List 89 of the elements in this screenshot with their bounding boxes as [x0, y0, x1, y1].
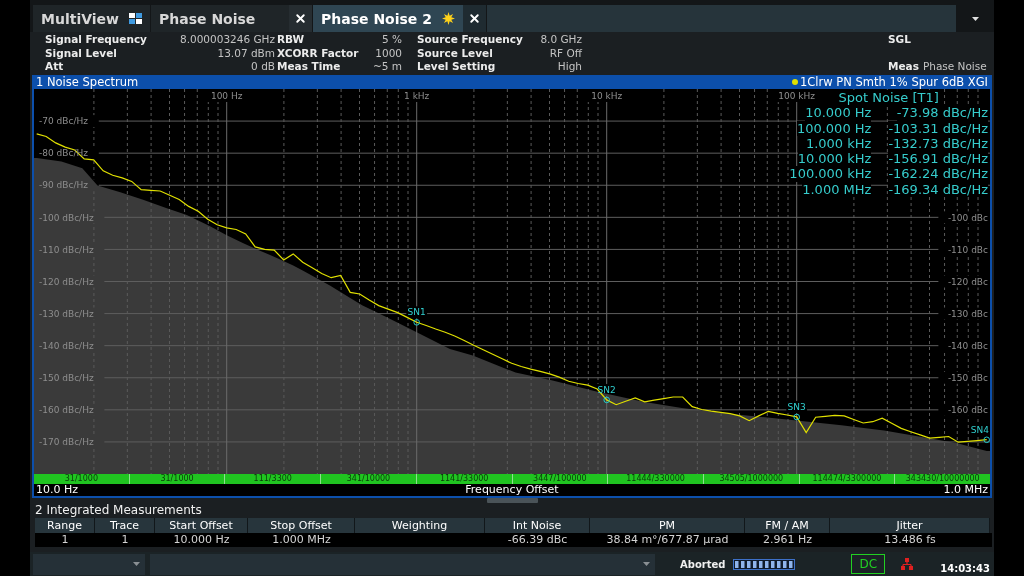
- y-axis-label: -100 dBc/Hz: [39, 212, 94, 223]
- y-axis-label: -170 dBc/Hz: [39, 437, 94, 448]
- axis-start-label: 10.0 Hz: [36, 484, 79, 496]
- y-axis-label: -160 dBc: [947, 405, 988, 416]
- info-label: Source Level: [417, 46, 494, 60]
- info-label: RBW: [277, 33, 306, 47]
- y-axis-label: -150 dBc/Hz: [39, 372, 94, 383]
- column-header: FM / AM: [745, 518, 830, 533]
- y-axis-label: -110 dBc/Hz: [39, 244, 94, 255]
- info-label: Att: [45, 60, 65, 74]
- y-axis-label: -110 dBc: [947, 244, 988, 255]
- table-cell-text: 1: [120, 533, 130, 547]
- info-value: RF Off: [549, 46, 582, 60]
- clock-time: 14:03:43: [940, 563, 990, 574]
- column-header: Int Noise: [485, 518, 590, 533]
- xcorr-segment: 341/10000: [320, 474, 416, 484]
- x-axis-label: 10 kHz: [591, 91, 623, 101]
- info-value: ~5 m: [372, 60, 402, 74]
- table-cell-text: 2.961 Hz: [761, 533, 813, 547]
- table-cell-text: -66.39 dBc: [506, 533, 569, 547]
- y-axis-label: -130 dBc: [947, 308, 988, 319]
- marker-label: SN4: [970, 424, 989, 435]
- column-header: Weighting: [355, 518, 485, 533]
- info-label: Signal Frequency: [45, 33, 147, 47]
- info-label: Source Frequency: [417, 33, 523, 47]
- xcorr-segment: 114474/3300000: [798, 474, 895, 484]
- column-header: Jitter: [830, 518, 990, 533]
- table-cell-text: 38.84 m°/677.87 µrad: [605, 533, 730, 547]
- xcorr-segment: 3447/100000: [511, 474, 608, 484]
- info-label: Signal Level: [45, 46, 118, 60]
- info-value: 13.07 dBm: [217, 46, 275, 60]
- info-value: 5 %: [382, 33, 402, 47]
- column-header: PM: [590, 518, 745, 533]
- x-axis-label: 1 kHz: [404, 91, 430, 101]
- axis-title: Frequency Offset: [465, 484, 559, 496]
- meas-label: Meas: [888, 60, 919, 74]
- marker-label: SN2: [597, 384, 616, 395]
- column-header: Stop Offset: [248, 518, 355, 533]
- info-label: Meas Time: [277, 60, 342, 74]
- meas-value: Phase Noise: [922, 60, 987, 74]
- y-axis-label: -70 dBc/Hz: [39, 116, 88, 127]
- column-header: Trace: [95, 518, 155, 533]
- spot-noise-value: -156.91 dBc/Hz: [888, 151, 988, 167]
- y-axis-label: -90 dBc/Hz: [39, 180, 88, 191]
- y-axis-label: -120 dBc/Hz: [39, 276, 94, 287]
- column-header: Start Offset: [155, 518, 248, 533]
- table-cell-text: 13.486 fs: [883, 533, 937, 547]
- spot-noise-offset: 100.000 kHz: [789, 166, 872, 182]
- x-axis-label: 100 kHz: [778, 91, 816, 101]
- window-title: 1 Noise Spectrum: [36, 75, 139, 89]
- y-axis-label: -120 dBc: [947, 276, 988, 287]
- spot-noise-value: -73.98 dBc/Hz: [896, 105, 988, 121]
- xcorr-segment: 31/1000: [34, 474, 129, 484]
- info-value: 8.0 GHz: [540, 33, 582, 47]
- table-cell-text: 10.000 Hz: [172, 533, 231, 547]
- xcorr-segment: 111/3300: [224, 474, 321, 484]
- x-axis-label: 100 Hz: [210, 91, 243, 101]
- panel-title: 2 Integrated Measurements: [35, 503, 202, 518]
- info-label: Level Setting: [417, 60, 497, 74]
- table-cell-text: 1: [60, 533, 70, 547]
- spot-noise-title: Spot Noise [T1]: [838, 90, 939, 106]
- xcorr-segment: 34505/1000000: [702, 474, 799, 484]
- y-axis-label: -150 dBc: [947, 372, 988, 383]
- info-label: XCORR Factor: [277, 46, 359, 60]
- sweep-mode-label: SGL: [888, 33, 911, 47]
- y-axis-label: -140 dBc: [947, 340, 988, 351]
- y-axis-label: -100 dBc: [947, 212, 988, 223]
- status-text: Aborted: [680, 558, 726, 570]
- y-axis-label: -130 dBc/Hz: [39, 308, 94, 319]
- spot-noise-offset: 10.000 Hz: [805, 105, 872, 121]
- y-axis-label: -160 dBc/Hz: [39, 405, 94, 416]
- trace-legend: 1Clrw PN Smth 1% Spur 6dB XGI: [800, 75, 988, 89]
- y-axis-label: -140 dBc/Hz: [39, 340, 94, 351]
- axis-stop-label: 1.0 MHz: [943, 484, 988, 496]
- info-value: 8.000003246 GHz: [179, 33, 275, 47]
- info-value: High: [557, 60, 582, 74]
- table-cell-text: 1.000 MHz: [271, 533, 332, 547]
- info-value: 1000: [375, 46, 402, 60]
- column-header: Range: [35, 518, 95, 533]
- info-value: 0 dB: [251, 60, 275, 74]
- xcorr-segment: 11444/330000: [607, 474, 703, 484]
- marker-label: SN1: [407, 307, 426, 318]
- xcorr-segment: 343430/10000000: [894, 474, 991, 484]
- spot-noise-value: -162.24 dBc/Hz: [888, 166, 988, 182]
- coupling-indicator: DC: [851, 554, 886, 574]
- spot-noise-offset: 10.000 kHz: [797, 151, 872, 167]
- xcorr-segment: 1141/33000: [415, 474, 512, 484]
- marker-label: SN3: [787, 402, 806, 412]
- xcorr-segment: 31/1000: [128, 474, 225, 484]
